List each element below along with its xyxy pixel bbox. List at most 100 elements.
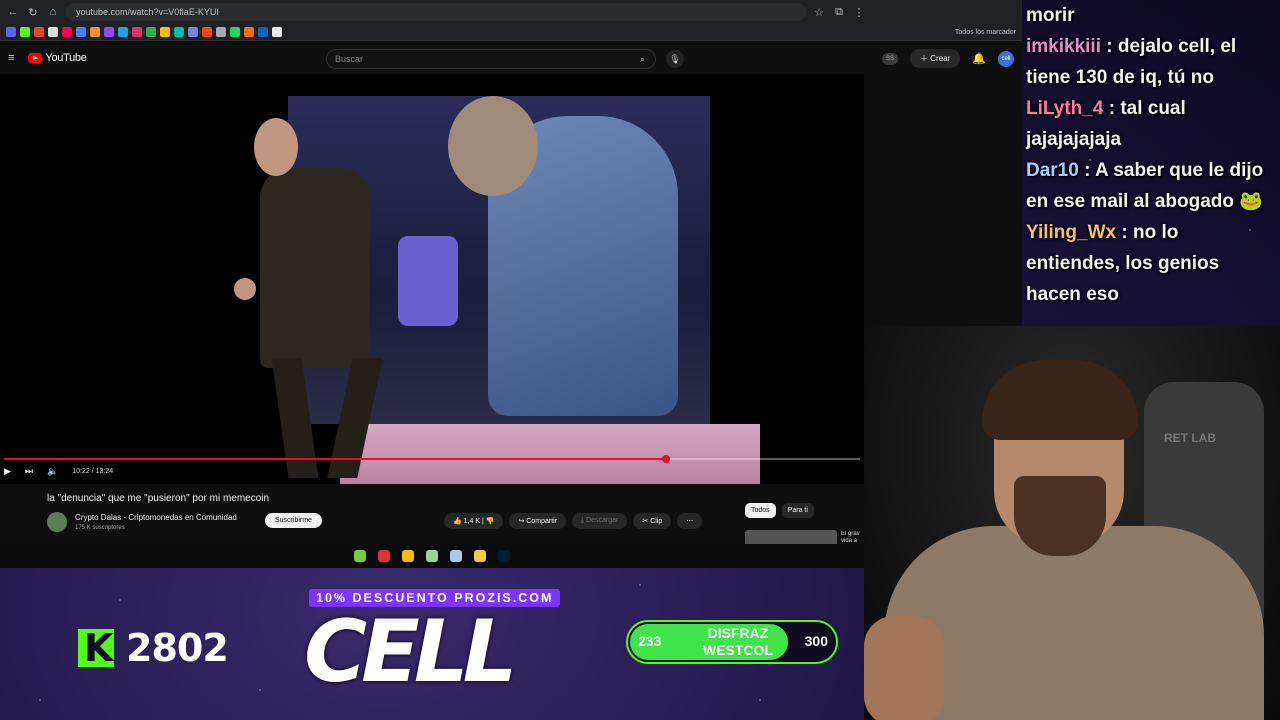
bookmark-icon[interactable] bbox=[230, 27, 240, 37]
app-icon[interactable] bbox=[378, 550, 390, 562]
video-player[interactable]: ▶ ⏭ 🔈 10:22 / 13:24 bbox=[0, 74, 864, 484]
notifications-bell-icon[interactable]: 🔔 bbox=[972, 52, 986, 65]
folder-icon[interactable] bbox=[474, 550, 486, 562]
share-icon: ↪ bbox=[518, 518, 525, 525]
bookmark-icon[interactable] bbox=[174, 27, 184, 37]
menu-icon[interactable]: ⋮ bbox=[852, 6, 866, 19]
bookmark-icon[interactable] bbox=[48, 27, 58, 37]
extensions-icon[interactable]: ⧉ bbox=[832, 6, 846, 19]
channel-name[interactable]: Crypto Dalas - Criptomonedas en Comunida… bbox=[75, 513, 237, 522]
bookmark-icon[interactable] bbox=[118, 27, 128, 37]
clip-button[interactable]: ✂ Clip bbox=[633, 513, 672, 529]
bookmark-icon[interactable] bbox=[202, 27, 212, 37]
chat-username: LiLyth_4 bbox=[1026, 98, 1104, 119]
chrome-icon[interactable] bbox=[402, 550, 414, 562]
create-button[interactable]: ＋ Crear bbox=[910, 49, 961, 68]
bookmark-icon[interactable] bbox=[272, 27, 282, 37]
bookmark-star-icon[interactable]: ☆ bbox=[812, 6, 826, 19]
recommended-title[interactable]: El grav vida a bbox=[841, 531, 865, 545]
download-icon: ⤓ bbox=[581, 517, 585, 524]
reload-icon[interactable]: ↻ bbox=[26, 6, 40, 19]
ss-badge[interactable]: SS bbox=[882, 52, 899, 65]
clip-label: Clip bbox=[650, 518, 663, 525]
goal-current: 233 bbox=[638, 633, 662, 649]
hamburger-menu-icon[interactable]: ≡ bbox=[8, 52, 14, 64]
time-display: 10:22 / 13:24 bbox=[72, 468, 114, 475]
bookmark-icon[interactable] bbox=[132, 27, 142, 37]
next-icon[interactable]: ⏭ bbox=[25, 466, 33, 477]
app-icon[interactable] bbox=[450, 550, 462, 562]
scissors-icon: ✂ bbox=[642, 518, 649, 525]
chat-message: LiLyth_4 : tal cual jajajajajaja bbox=[1026, 98, 1186, 150]
kick-follower-counter: 2802 bbox=[78, 626, 229, 670]
youtube-logo[interactable]: YouTube bbox=[28, 52, 87, 64]
player-controls: ▶ ⏭ 🔈 10:22 / 13:24 bbox=[0, 452, 864, 484]
suit-body bbox=[260, 168, 370, 368]
app-icon[interactable] bbox=[426, 550, 438, 562]
bookmark-icon[interactable] bbox=[20, 27, 30, 37]
video-title: la "denuncia" que me "pusieron" por mi m… bbox=[47, 493, 270, 504]
subscribe-button[interactable]: Suscribirme bbox=[265, 513, 322, 528]
bookmark-icon[interactable] bbox=[90, 27, 100, 37]
download-button[interactable]: ⤓ Descargar bbox=[572, 513, 628, 529]
progress-fill bbox=[4, 458, 666, 460]
emote-icon: 🐸 bbox=[1239, 191, 1263, 212]
channel-avatar[interactable] bbox=[47, 512, 67, 532]
header-actions: SS ＋ Crear 🔔 cell bbox=[882, 49, 1014, 68]
bookmark-icon[interactable] bbox=[216, 27, 226, 37]
bookmark-icon[interactable] bbox=[62, 27, 72, 37]
search-input[interactable]: Buscar ⌕ bbox=[326, 49, 656, 69]
avatar[interactable]: cell bbox=[998, 50, 1014, 67]
photoshop-icon[interactable] bbox=[498, 550, 510, 562]
app-icon[interactable] bbox=[354, 550, 366, 562]
thumbs-down-icon[interactable]: 👎 bbox=[486, 518, 495, 525]
stream-chat: morir imkikkiii : dejalo cell, el tiene … bbox=[1022, 0, 1280, 326]
all-bookmarks-link[interactable]: Todos los marcador bbox=[955, 29, 1016, 36]
chat-message: Dar10 : A saber que le dijo en ese mail … bbox=[1026, 160, 1264, 212]
youtube-logo-text: YouTube bbox=[45, 52, 87, 64]
streamer-hair bbox=[982, 360, 1138, 440]
home-icon[interactable]: ⌂ bbox=[46, 6, 60, 18]
hanging-jacket bbox=[398, 236, 458, 326]
play-icon[interactable]: ▶ bbox=[4, 466, 11, 477]
video-actions: 👍 1,4 K | 👎 ↪ Compartir ⤓ Descargar ✂ Cl… bbox=[444, 513, 703, 529]
bookmark-icon[interactable] bbox=[188, 27, 198, 37]
bookmark-icon[interactable] bbox=[258, 27, 268, 37]
back-icon[interactable]: ← bbox=[6, 6, 20, 18]
bookmark-icon[interactable] bbox=[34, 27, 44, 37]
address-bar[interactable]: youtube.com/watch?v=V0flaE-KYUI bbox=[66, 3, 806, 21]
chip-all[interactable]: Todos bbox=[745, 503, 776, 518]
share-button[interactable]: ↪ Compartir bbox=[509, 513, 567, 529]
scrubber-handle[interactable] bbox=[661, 455, 670, 463]
streamer-beard bbox=[1014, 476, 1106, 556]
progress-bar[interactable] bbox=[4, 455, 860, 463]
bookmark-icon[interactable] bbox=[6, 27, 16, 37]
person-head bbox=[448, 96, 538, 196]
chat-text: morir bbox=[1026, 5, 1075, 26]
bookmark-icon[interactable] bbox=[160, 27, 170, 37]
bookmark-icon[interactable] bbox=[104, 27, 114, 37]
like-count: 1,4 K bbox=[463, 518, 481, 525]
dancing-man-overlay bbox=[234, 118, 400, 478]
chair-brand-text: RET LAB bbox=[1164, 431, 1216, 445]
thumbs-up-icon: 👍 bbox=[453, 518, 462, 525]
more-actions-button[interactable]: ⋯ bbox=[677, 513, 703, 529]
recommendation-chips: Todos Para ti bbox=[745, 503, 814, 518]
kick-count: 2802 bbox=[126, 626, 229, 670]
chat-username: Dar10 bbox=[1026, 160, 1079, 181]
bald-head bbox=[254, 118, 298, 176]
microphone-icon[interactable]: 🎙 bbox=[666, 50, 684, 68]
webcam-feed: RET LAB bbox=[864, 326, 1280, 720]
goal-target: 300 bbox=[804, 633, 828, 649]
bookmark-icon[interactable] bbox=[76, 27, 86, 37]
search-icon[interactable]: ⌕ bbox=[640, 50, 645, 68]
chat-message: Yiling_Wx : no lo entiendes, los genios … bbox=[1026, 222, 1220, 305]
like-button[interactable]: 👍 1,4 K | 👎 bbox=[444, 513, 504, 529]
bookmark-icon[interactable] bbox=[244, 27, 254, 37]
share-label: Compartir bbox=[526, 518, 558, 525]
chip-for-you[interactable]: Para ti bbox=[781, 503, 814, 518]
search-placeholder: Buscar bbox=[335, 54, 364, 64]
bookmark-icon[interactable] bbox=[146, 27, 156, 37]
volume-icon[interactable]: 🔈 bbox=[47, 466, 58, 477]
subscriber-count: 175 K suscriptores bbox=[75, 525, 125, 531]
